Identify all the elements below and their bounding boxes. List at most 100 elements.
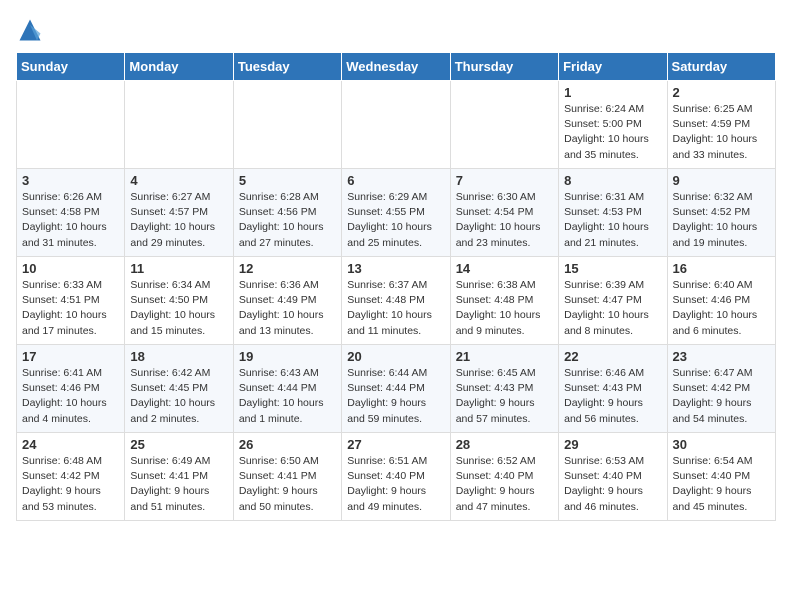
day-number: 8 <box>564 173 661 188</box>
calendar-week-row: 10 Sunrise: 6:33 AM Sunset: 4:51 PM Dayli… <box>17 257 776 345</box>
calendar-cell: 17 Sunrise: 6:41 AM Sunset: 4:46 PM Dayli… <box>17 345 125 433</box>
calendar-cell <box>450 81 558 169</box>
day-info: Sunrise: 6:45 AM Sunset: 4:43 PM Dayligh… <box>456 366 553 427</box>
day-number: 9 <box>673 173 770 188</box>
day-of-week-header: Sunday <box>17 53 125 81</box>
day-number: 7 <box>456 173 553 188</box>
calendar-cell: 29 Sunrise: 6:53 AM Sunset: 4:40 PM Dayli… <box>559 433 667 521</box>
day-number: 26 <box>239 437 336 452</box>
calendar-cell: 16Sunrise: 6:40 AM Sunset: 4:46 PM Dayli… <box>667 257 775 345</box>
day-number: 19 <box>239 349 336 364</box>
day-info: Sunrise: 6:49 AM Sunset: 4:41 PM Dayligh… <box>130 454 227 515</box>
calendar-cell: 11 Sunrise: 6:34 AM Sunset: 4:50 PM Dayli… <box>125 257 233 345</box>
logo-icon <box>16 16 44 44</box>
day-info: Sunrise: 6:32 AM Sunset: 4:52 PM Dayligh… <box>673 190 770 251</box>
calendar-cell: 5 Sunrise: 6:28 AM Sunset: 4:56 PM Daylig… <box>233 169 341 257</box>
calendar-cell: 15 Sunrise: 6:39 AM Sunset: 4:47 PM Dayli… <box>559 257 667 345</box>
calendar-cell: 20 Sunrise: 6:44 AM Sunset: 4:44 PM Dayli… <box>342 345 450 433</box>
calendar-table: SundayMondayTuesdayWednesdayThursdayFrid… <box>16 52 776 521</box>
calendar-cell: 19Sunrise: 6:43 AM Sunset: 4:44 PM Dayli… <box>233 345 341 433</box>
day-info: Sunrise: 6:37 AM Sunset: 4:48 PM Dayligh… <box>347 278 444 339</box>
day-number: 30 <box>673 437 770 452</box>
day-number: 11 <box>130 261 227 276</box>
day-info: Sunrise: 6:26 AM Sunset: 4:58 PM Dayligh… <box>22 190 119 251</box>
day-number: 1 <box>564 85 661 100</box>
calendar-header-row: SundayMondayTuesdayWednesdayThursdayFrid… <box>17 53 776 81</box>
calendar-cell: 10 Sunrise: 6:33 AM Sunset: 4:51 PM Dayli… <box>17 257 125 345</box>
day-number: 2 <box>673 85 770 100</box>
day-info: Sunrise: 6:52 AM Sunset: 4:40 PM Dayligh… <box>456 454 553 515</box>
calendar-cell: 14 Sunrise: 6:38 AM Sunset: 4:48 PM Dayli… <box>450 257 558 345</box>
calendar-cell: 30 Sunrise: 6:54 AM Sunset: 4:40 PM Dayli… <box>667 433 775 521</box>
day-number: 24 <box>22 437 119 452</box>
calendar-cell <box>342 81 450 169</box>
calendar-cell: 7 Sunrise: 6:30 AM Sunset: 4:54 PM Daylig… <box>450 169 558 257</box>
day-number: 23 <box>673 349 770 364</box>
day-info: Sunrise: 6:24 AM Sunset: 5:00 PM Dayligh… <box>564 102 661 163</box>
day-info: Sunrise: 6:29 AM Sunset: 4:55 PM Dayligh… <box>347 190 444 251</box>
day-number: 14 <box>456 261 553 276</box>
day-info: Sunrise: 6:27 AM Sunset: 4:57 PM Dayligh… <box>130 190 227 251</box>
day-of-week-header: Wednesday <box>342 53 450 81</box>
day-info: Sunrise: 6:46 AM Sunset: 4:43 PM Dayligh… <box>564 366 661 427</box>
calendar-cell: 23 Sunrise: 6:47 AM Sunset: 4:42 PM Dayli… <box>667 345 775 433</box>
day-info: Sunrise: 6:51 AM Sunset: 4:40 PM Dayligh… <box>347 454 444 515</box>
day-info: Sunrise: 6:25 AM Sunset: 4:59 PM Dayligh… <box>673 102 770 163</box>
calendar-cell: 4 Sunrise: 6:27 AM Sunset: 4:57 PM Daylig… <box>125 169 233 257</box>
day-number: 3 <box>22 173 119 188</box>
calendar-cell: 26 Sunrise: 6:50 AM Sunset: 4:41 PM Dayli… <box>233 433 341 521</box>
day-number: 17 <box>22 349 119 364</box>
calendar-cell: 6 Sunrise: 6:29 AM Sunset: 4:55 PM Daylig… <box>342 169 450 257</box>
day-number: 5 <box>239 173 336 188</box>
day-of-week-header: Tuesday <box>233 53 341 81</box>
day-info: Sunrise: 6:36 AM Sunset: 4:49 PM Dayligh… <box>239 278 336 339</box>
day-number: 22 <box>564 349 661 364</box>
calendar-cell: 28Sunrise: 6:52 AM Sunset: 4:40 PM Dayli… <box>450 433 558 521</box>
day-info: Sunrise: 6:42 AM Sunset: 4:45 PM Dayligh… <box>130 366 227 427</box>
logo <box>16 16 48 44</box>
calendar-cell: 21 Sunrise: 6:45 AM Sunset: 4:43 PM Dayli… <box>450 345 558 433</box>
page-header <box>16 16 776 44</box>
day-info: Sunrise: 6:53 AM Sunset: 4:40 PM Dayligh… <box>564 454 661 515</box>
day-number: 6 <box>347 173 444 188</box>
calendar-cell: 13Sunrise: 6:37 AM Sunset: 4:48 PM Dayli… <box>342 257 450 345</box>
calendar-week-row: 1 Sunrise: 6:24 AM Sunset: 5:00 PM Daylig… <box>17 81 776 169</box>
day-number: 10 <box>22 261 119 276</box>
day-number: 15 <box>564 261 661 276</box>
day-info: Sunrise: 6:38 AM Sunset: 4:48 PM Dayligh… <box>456 278 553 339</box>
day-number: 29 <box>564 437 661 452</box>
day-number: 21 <box>456 349 553 364</box>
day-info: Sunrise: 6:48 AM Sunset: 4:42 PM Dayligh… <box>22 454 119 515</box>
calendar-week-row: 3 Sunrise: 6:26 AM Sunset: 4:58 PM Daylig… <box>17 169 776 257</box>
day-info: Sunrise: 6:54 AM Sunset: 4:40 PM Dayligh… <box>673 454 770 515</box>
day-number: 27 <box>347 437 444 452</box>
day-info: Sunrise: 6:47 AM Sunset: 4:42 PM Dayligh… <box>673 366 770 427</box>
calendar-cell <box>125 81 233 169</box>
day-info: Sunrise: 6:28 AM Sunset: 4:56 PM Dayligh… <box>239 190 336 251</box>
day-info: Sunrise: 6:30 AM Sunset: 4:54 PM Dayligh… <box>456 190 553 251</box>
day-info: Sunrise: 6:40 AM Sunset: 4:46 PM Dayligh… <box>673 278 770 339</box>
calendar-cell: 3 Sunrise: 6:26 AM Sunset: 4:58 PM Daylig… <box>17 169 125 257</box>
calendar-week-row: 24 Sunrise: 6:48 AM Sunset: 4:42 PM Dayli… <box>17 433 776 521</box>
day-info: Sunrise: 6:39 AM Sunset: 4:47 PM Dayligh… <box>564 278 661 339</box>
calendar-cell: 27 Sunrise: 6:51 AM Sunset: 4:40 PM Dayli… <box>342 433 450 521</box>
day-of-week-header: Saturday <box>667 53 775 81</box>
day-info: Sunrise: 6:41 AM Sunset: 4:46 PM Dayligh… <box>22 366 119 427</box>
day-info: Sunrise: 6:50 AM Sunset: 4:41 PM Dayligh… <box>239 454 336 515</box>
day-number: 18 <box>130 349 227 364</box>
day-info: Sunrise: 6:44 AM Sunset: 4:44 PM Dayligh… <box>347 366 444 427</box>
day-number: 20 <box>347 349 444 364</box>
day-info: Sunrise: 6:33 AM Sunset: 4:51 PM Dayligh… <box>22 278 119 339</box>
day-number: 12 <box>239 261 336 276</box>
day-of-week-header: Thursday <box>450 53 558 81</box>
calendar-cell: 1 Sunrise: 6:24 AM Sunset: 5:00 PM Daylig… <box>559 81 667 169</box>
day-info: Sunrise: 6:34 AM Sunset: 4:50 PM Dayligh… <box>130 278 227 339</box>
day-number: 4 <box>130 173 227 188</box>
calendar-cell: 2 Sunrise: 6:25 AM Sunset: 4:59 PM Daylig… <box>667 81 775 169</box>
day-info: Sunrise: 6:31 AM Sunset: 4:53 PM Dayligh… <box>564 190 661 251</box>
calendar-cell: 9 Sunrise: 6:32 AM Sunset: 4:52 PM Daylig… <box>667 169 775 257</box>
day-number: 25 <box>130 437 227 452</box>
calendar-cell: 12 Sunrise: 6:36 AM Sunset: 4:49 PM Dayli… <box>233 257 341 345</box>
calendar-cell <box>17 81 125 169</box>
day-of-week-header: Monday <box>125 53 233 81</box>
